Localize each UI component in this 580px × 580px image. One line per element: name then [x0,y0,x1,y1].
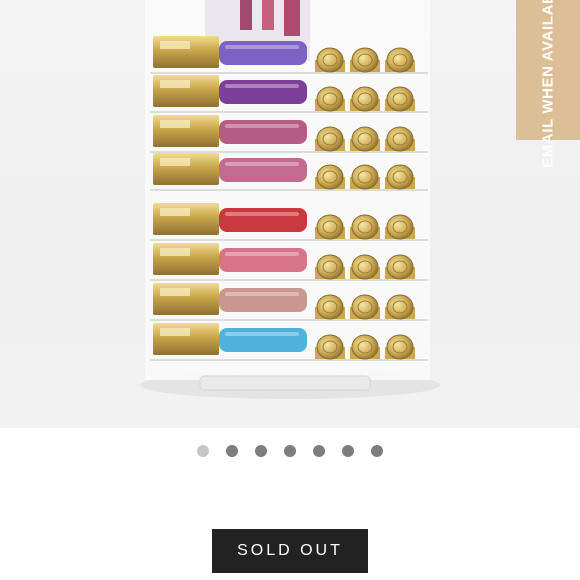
shelf-divider [150,359,428,361]
email-tab-label: EMAIL WHEN AVAILABLE [539,0,557,168]
carousel-dot-3[interactable] [255,445,267,457]
lipstick-cap [351,86,379,112]
gloss-tube [219,41,307,65]
lipstick-cap [386,254,414,280]
lipstick-cap [386,47,414,73]
gloss-cap [153,203,219,235]
gloss-tube [219,120,307,144]
product-image[interactable]: EMAIL WHEN AVAILABLE [0,0,580,428]
lipstick-cap [316,126,344,152]
lipstick-cap [386,164,414,190]
shelf-divider [150,319,428,321]
gloss-tube [219,328,307,352]
lipstick-cap [386,294,414,320]
shelf-divider [150,279,428,281]
lipstick-cap [386,86,414,112]
shelf-divider [150,239,428,241]
lipstick-cap [316,254,344,280]
lipstick-cap [386,126,414,152]
carousel-dot-6[interactable] [342,445,354,457]
lipstick-cap [316,334,344,360]
carousel-dot-7[interactable] [371,445,383,457]
lipstick-cap [316,214,344,240]
gloss-cap [153,323,219,355]
lipstick-cap [351,164,379,190]
carousel-dot-2[interactable] [226,445,238,457]
gloss-cap [153,153,219,185]
lipstick-cap [351,254,379,280]
shelf-divider [150,151,428,153]
email-when-available-tab[interactable]: EMAIL WHEN AVAILABLE [516,0,580,168]
gloss-cap [153,243,219,275]
lipstick-cap [316,47,344,73]
gloss-cap [153,36,219,68]
shelf-divider [150,72,428,74]
carousel-dot-1[interactable] [197,445,209,457]
gloss-tube [219,208,307,232]
sold-out-button[interactable]: SOLD OUT [212,529,368,573]
gloss-tube [219,80,307,104]
lipstick-cap [351,294,379,320]
shelf-divider [150,111,428,113]
carousel-dots [0,445,580,459]
carousel-dot-5[interactable] [313,445,325,457]
shelf-divider [150,189,428,191]
gloss-tube [219,158,307,182]
lipstick-cap [316,294,344,320]
lipstick-cap [386,214,414,240]
organizer-illustration [140,0,440,399]
gloss-cap [153,283,219,315]
lipstick-cap [351,126,379,152]
gloss-cap [153,115,219,147]
lipstick-cap [316,86,344,112]
gloss-cap [153,75,219,107]
gloss-tube [219,288,307,312]
lipstick-cap [351,47,379,73]
lipstick-cap [351,334,379,360]
lipstick-cap [386,334,414,360]
gloss-tube [219,248,307,272]
lipstick-cap [316,164,344,190]
lipstick-cap [351,214,379,240]
carousel-dot-4[interactable] [284,445,296,457]
